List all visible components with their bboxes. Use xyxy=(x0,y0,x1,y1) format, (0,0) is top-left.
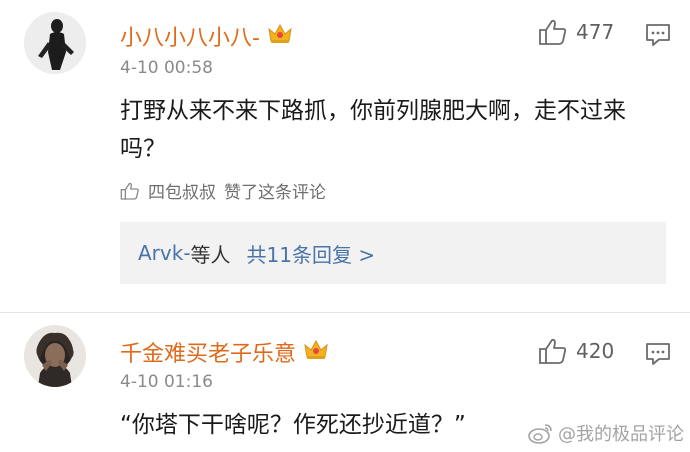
comment-time: 4-10 00:58 xyxy=(120,58,213,78)
view-replies-link[interactable]: 共11条回复 > xyxy=(247,239,376,268)
avatar[interactable] xyxy=(24,12,86,74)
username-text[interactable]: 小八小八小八- xyxy=(120,20,260,52)
liked-suffix: 赞了这条评论 xyxy=(224,183,326,203)
comment-bubble-icon xyxy=(646,343,670,365)
crown-vip-icon xyxy=(266,21,294,51)
avatar[interactable] xyxy=(24,325,86,387)
reply-button[interactable] xyxy=(645,23,671,51)
thumbs-up-icon xyxy=(539,19,567,45)
like-count: 477 xyxy=(576,20,615,44)
username[interactable]: 千金难买老子乐意 xyxy=(120,336,330,368)
thumbs-up-icon xyxy=(539,338,567,364)
small-thumbs-up-icon xyxy=(120,182,139,200)
reply-names[interactable]: Arvk- xyxy=(138,241,191,265)
reply-suffix: 等人 xyxy=(190,242,231,267)
crown-vip-icon xyxy=(302,337,330,367)
comment-text: 打野从来不来下路抓，你前列腺肥大啊，走不过来吗？ xyxy=(120,98,626,162)
like-button[interactable]: 477 xyxy=(538,18,614,46)
username-text[interactable]: 千金难买老子乐意 xyxy=(120,336,296,368)
liked-by-line: 四包叔叔 赞了这条评论 xyxy=(120,178,326,203)
reply-button[interactable] xyxy=(645,342,671,370)
comment-item: 小八小八小八- 4-10 00:58 477 打野从来不来下路抓，你前列腺肥大啊… xyxy=(0,0,690,312)
comment-list: 小八小八小八- 4-10 00:58 477 打野从来不来下路抓，你前列腺肥大啊… xyxy=(0,0,690,452)
watermark: @我的极品评论 xyxy=(528,420,684,446)
like-button[interactable]: 420 xyxy=(538,337,614,365)
liker-name[interactable]: 四包叔叔 xyxy=(148,178,216,203)
comment-bubble-icon xyxy=(646,24,670,46)
avatar-image xyxy=(24,325,86,387)
like-count: 420 xyxy=(576,339,615,363)
reply-summary[interactable]: Arvk- 等人 共11条回复 > xyxy=(120,222,666,284)
comment-time: 4-10 01:16 xyxy=(120,372,213,392)
avatar-image xyxy=(24,12,86,74)
username[interactable]: 小八小八小八- xyxy=(120,20,294,52)
weibo-logo-icon xyxy=(528,424,552,444)
comment-text: “你塔下干啥呢？作死还抄近道？” xyxy=(120,412,466,438)
watermark-text: @我的极品评论 xyxy=(558,424,684,445)
